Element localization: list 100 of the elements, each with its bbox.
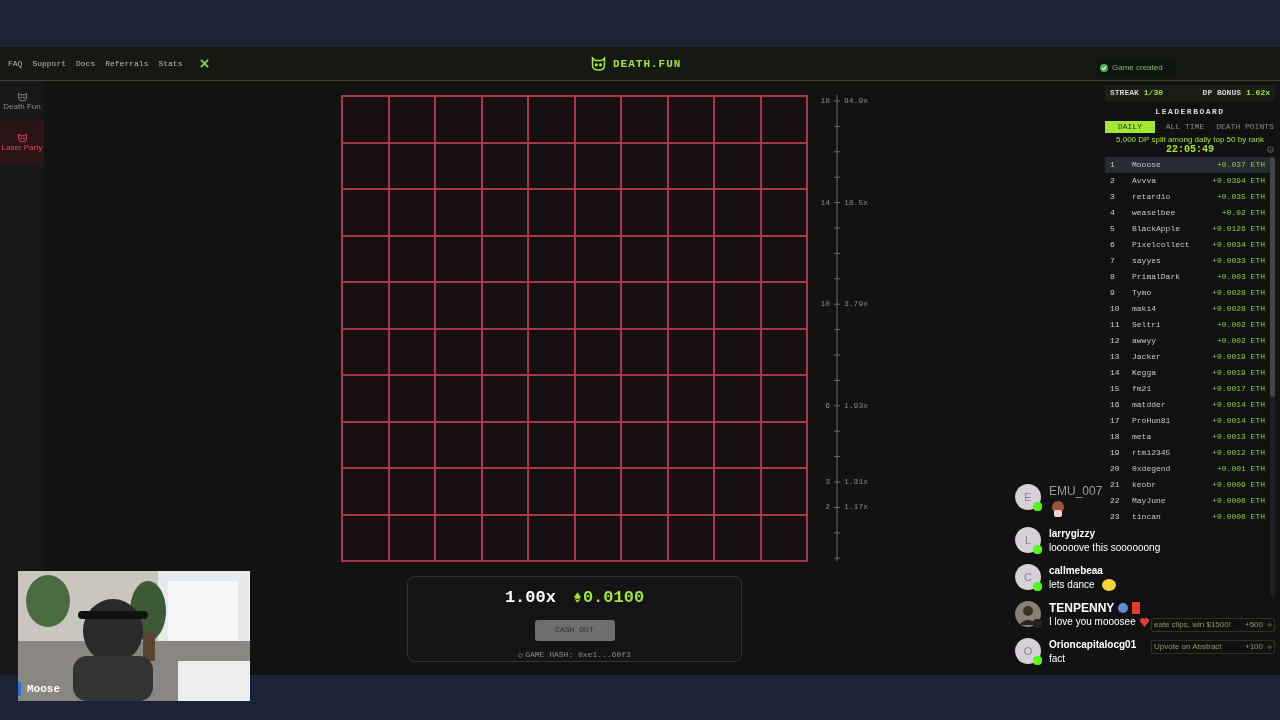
- board-tile[interactable]: [714, 514, 761, 561]
- board-tile[interactable]: [714, 421, 761, 468]
- board-tile[interactable]: [342, 235, 389, 282]
- info-icon[interactable]: [1267, 146, 1274, 153]
- board-tile[interactable]: [528, 514, 575, 561]
- leaderboard-row[interactable]: 14 Kegga +0.0019 ETH: [1105, 365, 1270, 381]
- board-tile[interactable]: [574, 142, 621, 189]
- board-tile[interactable]: [574, 468, 621, 515]
- board-tile[interactable]: [574, 514, 621, 561]
- leaderboard-row[interactable]: 13 Jacker +0.0019 ETH: [1105, 349, 1270, 365]
- board-tile[interactable]: [621, 421, 668, 468]
- board-tile[interactable]: [528, 282, 575, 329]
- quest-row[interactable]: Upvote on Abstract +100: [1151, 640, 1275, 654]
- leaderboard-row[interactable]: 4 weaselbee +0.02 ETH: [1105, 205, 1270, 221]
- leaderboard-row[interactable]: 20 0xdegend +0.001 ETH: [1105, 461, 1270, 477]
- board-tile[interactable]: [388, 96, 435, 143]
- board-tile[interactable]: [481, 421, 528, 468]
- board-tile[interactable]: [388, 421, 435, 468]
- leaderboard-tab[interactable]: DEATH POINTS: [1215, 121, 1275, 133]
- leaderboard-row[interactable]: 2 Avvva +0.0394 ETH: [1105, 173, 1270, 189]
- board-tile[interactable]: [435, 189, 482, 236]
- board-tile[interactable]: [760, 468, 807, 515]
- board-tile[interactable]: [714, 235, 761, 282]
- board-tile[interactable]: [435, 514, 482, 561]
- leaderboard-row[interactable]: 5 BlackApple +0.0126 ETH: [1105, 221, 1270, 237]
- leaderboard-tab[interactable]: DAILY: [1105, 121, 1155, 133]
- board-tile[interactable]: [481, 514, 528, 561]
- nav-link[interactable]: Docs: [76, 57, 96, 70]
- board-tile[interactable]: [435, 96, 482, 143]
- board-tile[interactable]: [528, 328, 575, 375]
- board-tile[interactable]: [481, 468, 528, 515]
- leaderboard-row[interactable]: 1 Mooose +0.037 ETH: [1105, 157, 1270, 173]
- board-tile[interactable]: [528, 375, 575, 422]
- board-tile[interactable]: [760, 328, 807, 375]
- board-tile[interactable]: [574, 421, 621, 468]
- board-tile[interactable]: [714, 96, 761, 143]
- board-tile[interactable]: [342, 282, 389, 329]
- board-tile[interactable]: [388, 235, 435, 282]
- board-tile[interactable]: [621, 328, 668, 375]
- board-tile[interactable]: [760, 96, 807, 143]
- board-tile[interactable]: [435, 421, 482, 468]
- leaderboard-row[interactable]: 15 fm21 +0.0017 ETH: [1105, 381, 1270, 397]
- leaderboard-row[interactable]: 16 matdder +0.0014 ETH: [1105, 397, 1270, 413]
- board-tile[interactable]: [481, 189, 528, 236]
- leaderboard-row[interactable]: 10 maki4 +0.0028 ETH: [1105, 301, 1270, 317]
- board-tile[interactable]: [342, 514, 389, 561]
- board-tile[interactable]: [760, 235, 807, 282]
- board-tile[interactable]: [667, 421, 714, 468]
- board-tile[interactable]: [388, 142, 435, 189]
- board-tile[interactable]: [388, 468, 435, 515]
- leaderboard-row[interactable]: 3 retardio +0.035 ETH: [1105, 189, 1270, 205]
- board-tile[interactable]: [621, 235, 668, 282]
- board-tile[interactable]: [667, 282, 714, 329]
- board-tile[interactable]: [621, 468, 668, 515]
- board-tile[interactable]: [342, 421, 389, 468]
- board-tile[interactable]: [435, 468, 482, 515]
- sidebar-item[interactable]: Death Fun: [0, 81, 44, 121]
- board-tile[interactable]: [481, 235, 528, 282]
- board-tile[interactable]: [435, 142, 482, 189]
- leaderboard-row[interactable]: 22 MayJune +0.0008 ETH: [1105, 493, 1270, 509]
- board-tile[interactable]: [667, 328, 714, 375]
- leaderboard-row[interactable]: 18 meta +0.0013 ETH: [1105, 429, 1270, 445]
- board-tile[interactable]: [760, 142, 807, 189]
- quest-row[interactable]: eate clips, win $1500! +500: [1151, 618, 1275, 632]
- board-tile[interactable]: [621, 375, 668, 422]
- board-tile[interactable]: [667, 96, 714, 143]
- board-tile[interactable]: [481, 282, 528, 329]
- board-tile[interactable]: [714, 282, 761, 329]
- board-tile[interactable]: [574, 96, 621, 143]
- leaderboard-tab[interactable]: ALL TIME: [1155, 121, 1215, 133]
- board-tile[interactable]: [388, 189, 435, 236]
- board-tile[interactable]: [388, 328, 435, 375]
- board-tile[interactable]: [760, 282, 807, 329]
- board-tile[interactable]: [621, 514, 668, 561]
- board-tile[interactable]: [435, 375, 482, 422]
- leaderboard-row[interactable]: 19 rtm12345 +0.0012 ETH: [1105, 445, 1270, 461]
- board-tile[interactable]: [528, 421, 575, 468]
- board-tile[interactable]: [714, 189, 761, 236]
- board-tile[interactable]: [667, 142, 714, 189]
- board-tile[interactable]: [528, 235, 575, 282]
- leaderboard-row[interactable]: 21 keobr +0.0009 ETH: [1105, 477, 1270, 493]
- board-tile[interactable]: [621, 189, 668, 236]
- board-tile[interactable]: [621, 96, 668, 143]
- nav-link[interactable]: FAQ: [8, 57, 23, 70]
- board-tile[interactable]: [760, 375, 807, 422]
- board-tile[interactable]: [342, 375, 389, 422]
- leaderboard-row[interactable]: 8 PrimalDark +0.003 ETH: [1105, 269, 1270, 285]
- board-tile[interactable]: [342, 328, 389, 375]
- leaderboard-row[interactable]: 12 awwyy +0.002 ETH: [1105, 333, 1270, 349]
- board-tile[interactable]: [574, 328, 621, 375]
- board-tile[interactable]: [621, 142, 668, 189]
- board-tile[interactable]: [388, 375, 435, 422]
- board-tile[interactable]: [714, 468, 761, 515]
- board-tile[interactable]: [481, 142, 528, 189]
- x-logo-icon[interactable]: [200, 59, 210, 68]
- board-tile[interactable]: [342, 468, 389, 515]
- board-tile[interactable]: [621, 282, 668, 329]
- board-tile[interactable]: [574, 235, 621, 282]
- leaderboard-row[interactable]: 7 sayyes +0.0033 ETH: [1105, 253, 1270, 269]
- board-tile[interactable]: [435, 235, 482, 282]
